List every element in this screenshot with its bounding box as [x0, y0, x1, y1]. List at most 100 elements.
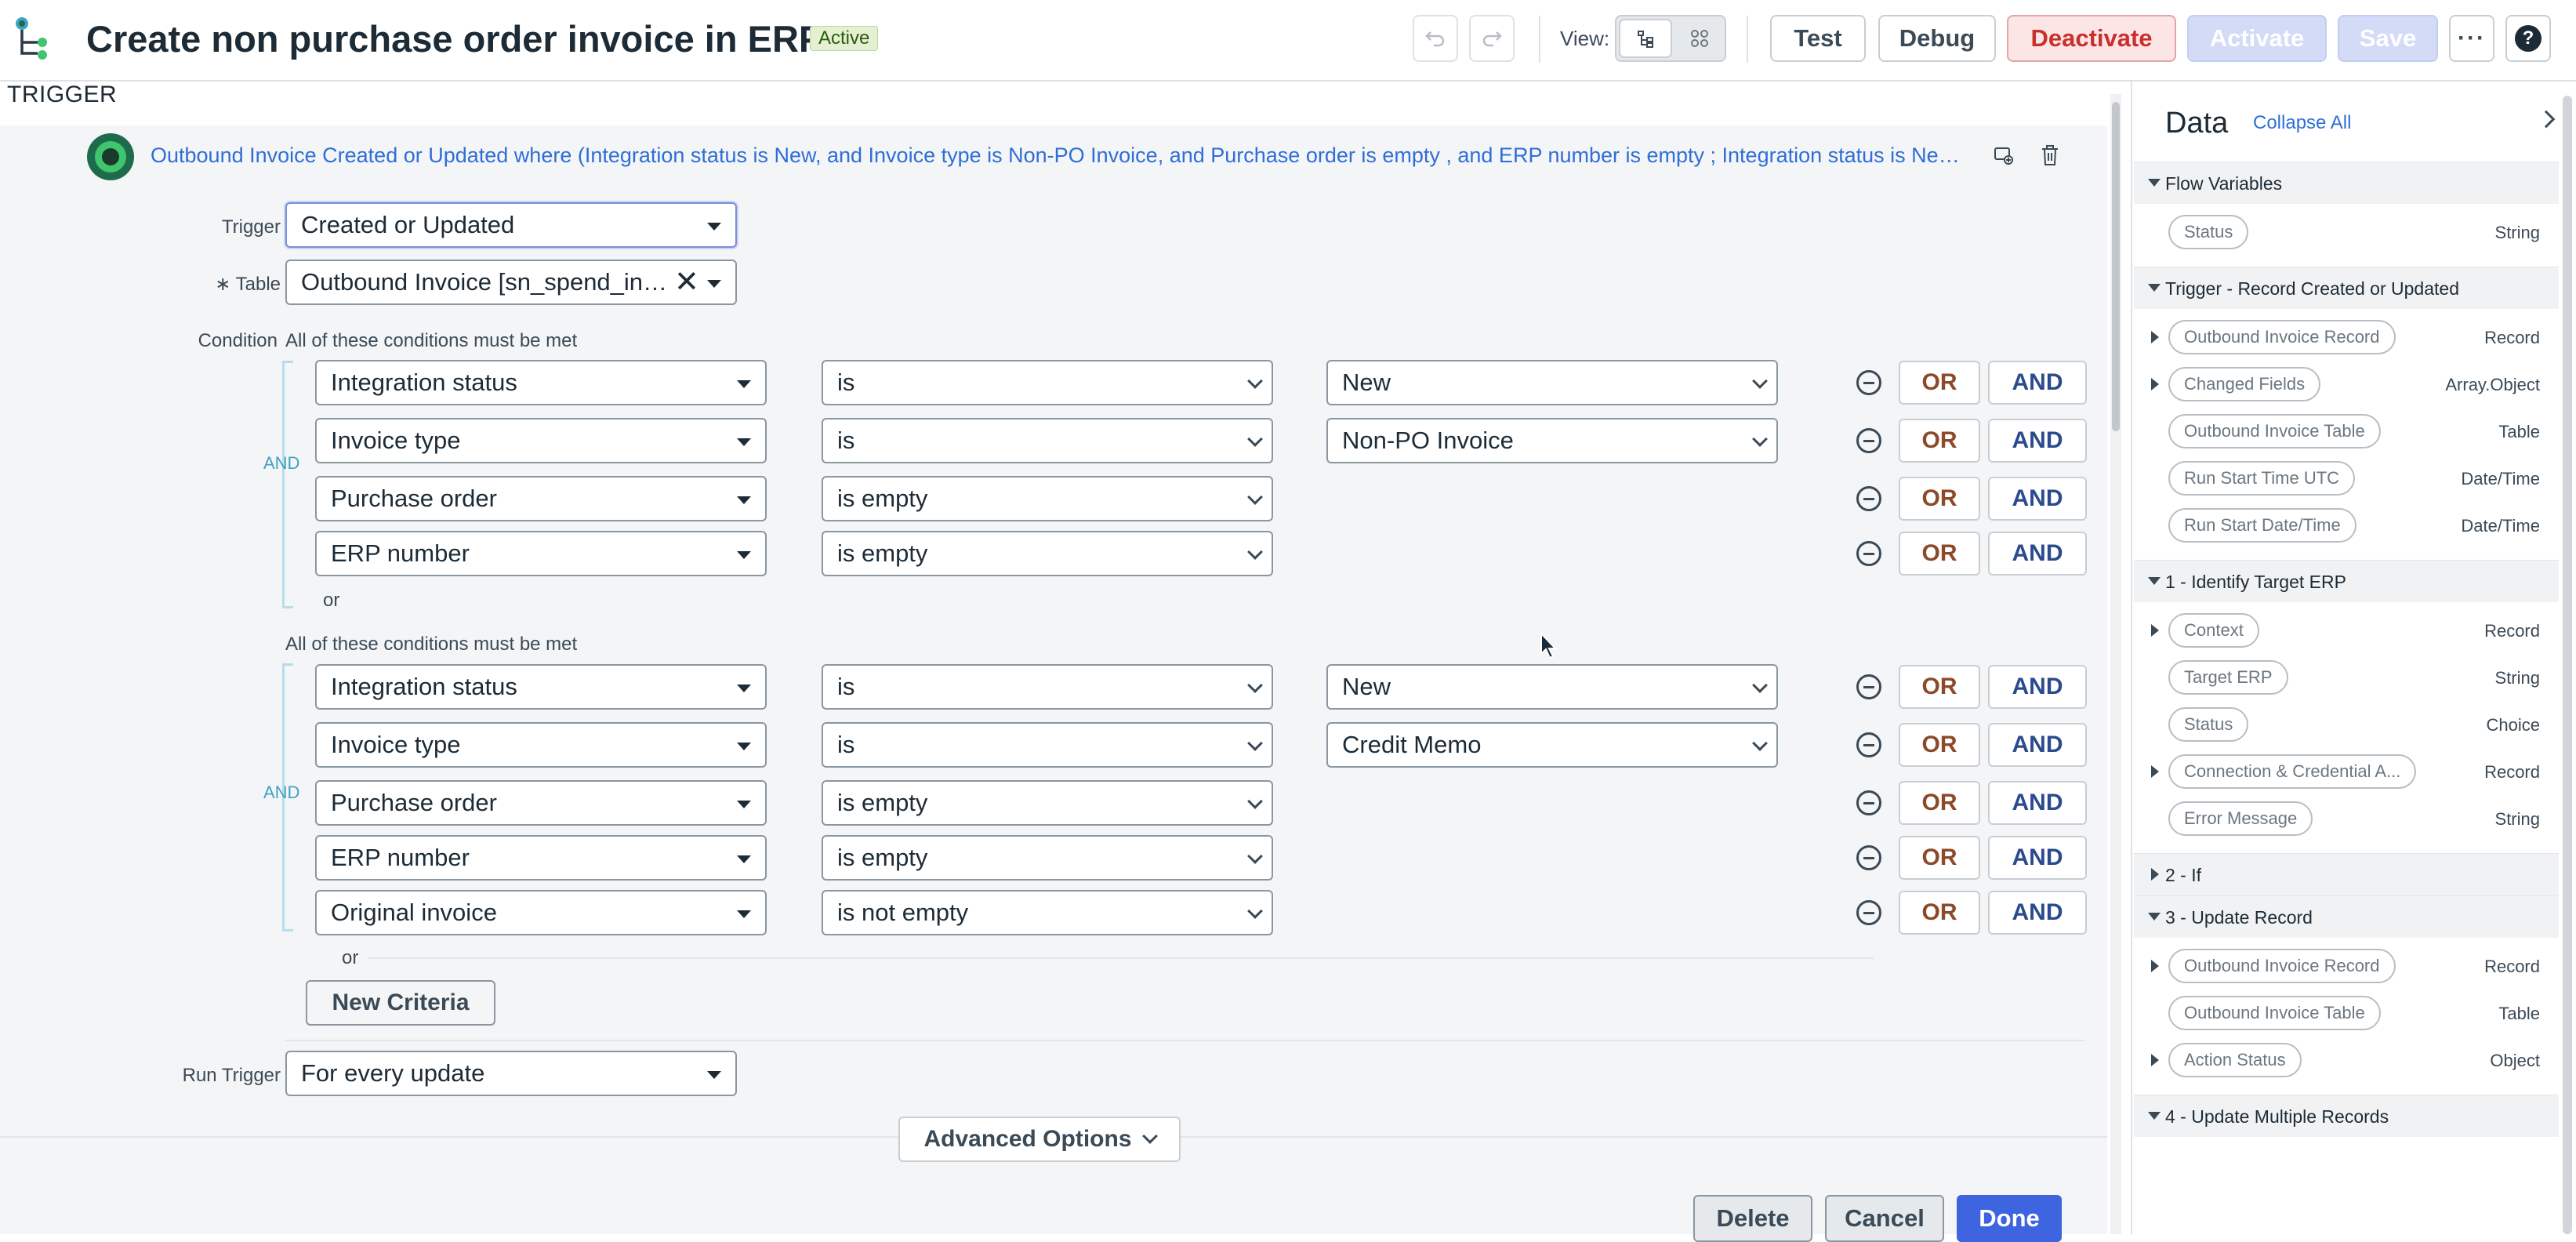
clear-icon[interactable]: ✕ [674, 261, 699, 303]
condition-field-select[interactable]: Original invoice [315, 890, 767, 935]
remove-condition-icon[interactable] [1856, 428, 1881, 453]
data-pill[interactable]: Status [2168, 707, 2249, 742]
tree-view-icon[interactable] [1619, 19, 1672, 58]
data-pill[interactable]: Outbound Invoice Record [2168, 320, 2396, 354]
and-button[interactable]: AND [1988, 361, 2087, 405]
caret-right-icon[interactable] [2151, 765, 2159, 778]
and-button[interactable]: AND [1988, 781, 2087, 825]
done-button[interactable]: Done [1957, 1195, 2062, 1242]
caret-down-icon[interactable] [2148, 913, 2161, 921]
data-pill[interactable]: Outbound Invoice Record [2168, 949, 2396, 983]
data-pill[interactable]: Changed Fields [2168, 367, 2321, 401]
condition-operator-select[interactable]: is empty [822, 531, 1273, 576]
and-button[interactable]: AND [1988, 665, 2087, 709]
remove-condition-icon[interactable] [1856, 674, 1881, 699]
or-button[interactable]: OR [1899, 836, 1980, 880]
redo-button[interactable] [1469, 15, 1515, 62]
collapse-all-link[interactable]: Collapse All [2253, 112, 2351, 134]
condition-operator-select[interactable]: is [822, 360, 1273, 405]
panel-scrollbar[interactable] [2560, 96, 2574, 1234]
activate-button[interactable]: Activate [2187, 15, 2327, 62]
or-button[interactable]: OR [1899, 891, 1980, 935]
condition-operator-select[interactable]: is not empty [822, 890, 1273, 935]
condition-value-select[interactable]: New [1326, 360, 1778, 405]
remove-condition-icon[interactable] [1856, 732, 1881, 757]
data-pill[interactable]: Outbound Invoice Table [2168, 996, 2381, 1030]
data-pill[interactable]: Run Start Date/Time [2168, 508, 2356, 543]
or-button[interactable]: OR [1899, 361, 1980, 405]
data-pill[interactable]: Connection & Credential A... [2168, 754, 2417, 789]
view-toggle[interactable] [1615, 15, 1726, 62]
more-options-button[interactable]: ··· [2449, 15, 2494, 62]
condition-operator-select[interactable]: is empty [822, 835, 1273, 881]
help-button[interactable]: ? [2505, 15, 2551, 62]
remove-condition-icon[interactable] [1856, 370, 1881, 395]
and-button[interactable]: AND [1988, 891, 2087, 935]
condition-operator-select[interactable]: is [822, 664, 1273, 710]
condition-operator-select[interactable]: is empty [822, 780, 1273, 826]
caret-down-icon[interactable] [2148, 179, 2161, 187]
caret-right-icon[interactable] [2151, 331, 2159, 343]
remove-condition-icon[interactable] [1856, 486, 1881, 511]
caret-down-icon[interactable] [2148, 577, 2161, 585]
or-button[interactable]: OR [1899, 665, 1980, 709]
and-button[interactable]: AND [1988, 532, 2087, 576]
remove-condition-icon[interactable] [1856, 845, 1881, 870]
main-scrollbar[interactable] [2110, 94, 2121, 1234]
condition-field-select[interactable]: Purchase order [315, 476, 767, 521]
or-button[interactable]: OR [1899, 419, 1980, 463]
and-button[interactable]: AND [1988, 836, 2087, 880]
deactivate-button[interactable]: Deactivate [2007, 15, 2176, 62]
test-button[interactable]: Test [1770, 15, 1866, 62]
remove-condition-icon[interactable] [1856, 900, 1881, 925]
or-button[interactable]: OR [1899, 723, 1980, 767]
advanced-options-toggle[interactable]: Advanced Options [898, 1117, 1181, 1162]
condition-value-select[interactable]: Credit Memo [1326, 722, 1778, 768]
remove-condition-icon[interactable] [1856, 541, 1881, 566]
condition-field-select[interactable]: Purchase order [315, 780, 767, 826]
or-button[interactable]: OR [1899, 781, 1980, 825]
cancel-button[interactable]: Cancel [1825, 1195, 1944, 1242]
caret-down-icon[interactable] [2148, 1112, 2161, 1120]
annotation-icon[interactable] [1993, 144, 2015, 166]
trigger-summary-link[interactable]: Outbound Invoice Created or Updated wher… [151, 143, 1969, 168]
scrollbar-thumb[interactable] [2563, 96, 2572, 1234]
save-button[interactable]: Save [2338, 15, 2438, 62]
data-pill[interactable]: Target ERP [2168, 660, 2288, 695]
and-button[interactable]: AND [1988, 723, 2087, 767]
data-pill[interactable]: Status [2168, 215, 2249, 249]
condition-field-select[interactable]: Invoice type [315, 418, 767, 463]
condition-field-select[interactable]: Integration status [315, 664, 767, 710]
run-trigger-select[interactable]: For every update [285, 1051, 737, 1096]
data-pill[interactable]: Run Start Time UTC [2168, 461, 2356, 496]
undo-button[interactable] [1413, 15, 1458, 62]
data-pill[interactable]: Context [2168, 613, 2259, 648]
or-button[interactable]: OR [1899, 532, 1980, 576]
or-button[interactable]: OR [1899, 477, 1980, 521]
diagram-view-icon[interactable] [1674, 16, 1725, 60]
condition-field-select[interactable]: ERP number [315, 531, 767, 576]
data-pill[interactable]: Action Status [2168, 1043, 2302, 1077]
debug-button[interactable]: Debug [1878, 15, 1996, 62]
condition-field-select[interactable]: ERP number [315, 835, 767, 881]
data-pill[interactable]: Error Message [2168, 801, 2313, 836]
caret-down-icon[interactable] [2148, 284, 2161, 292]
data-pill[interactable]: Outbound Invoice Table [2168, 414, 2381, 448]
caret-right-icon[interactable] [2151, 1054, 2159, 1066]
condition-value-select[interactable]: New [1326, 664, 1778, 710]
caret-right-icon[interactable] [2151, 868, 2159, 881]
and-button[interactable]: AND [1988, 477, 2087, 521]
new-criteria-button[interactable]: New Criteria [306, 980, 495, 1026]
caret-right-icon[interactable] [2151, 378, 2159, 390]
condition-operator-select[interactable]: is [822, 722, 1273, 768]
caret-right-icon[interactable] [2151, 624, 2159, 637]
delete-button[interactable]: Delete [1693, 1195, 1812, 1242]
condition-operator-select[interactable]: is [822, 418, 1273, 463]
scrollbar-thumb[interactable] [2112, 102, 2120, 431]
trigger-type-select[interactable]: Created or Updated [285, 202, 737, 248]
and-button[interactable]: AND [1988, 419, 2087, 463]
remove-condition-icon[interactable] [1856, 790, 1881, 815]
delete-trigger-icon[interactable] [2040, 143, 2060, 167]
condition-operator-select[interactable]: is empty [822, 476, 1273, 521]
table-select[interactable]: Outbound Invoice [sn_spend_intg_outbound… [285, 260, 737, 305]
